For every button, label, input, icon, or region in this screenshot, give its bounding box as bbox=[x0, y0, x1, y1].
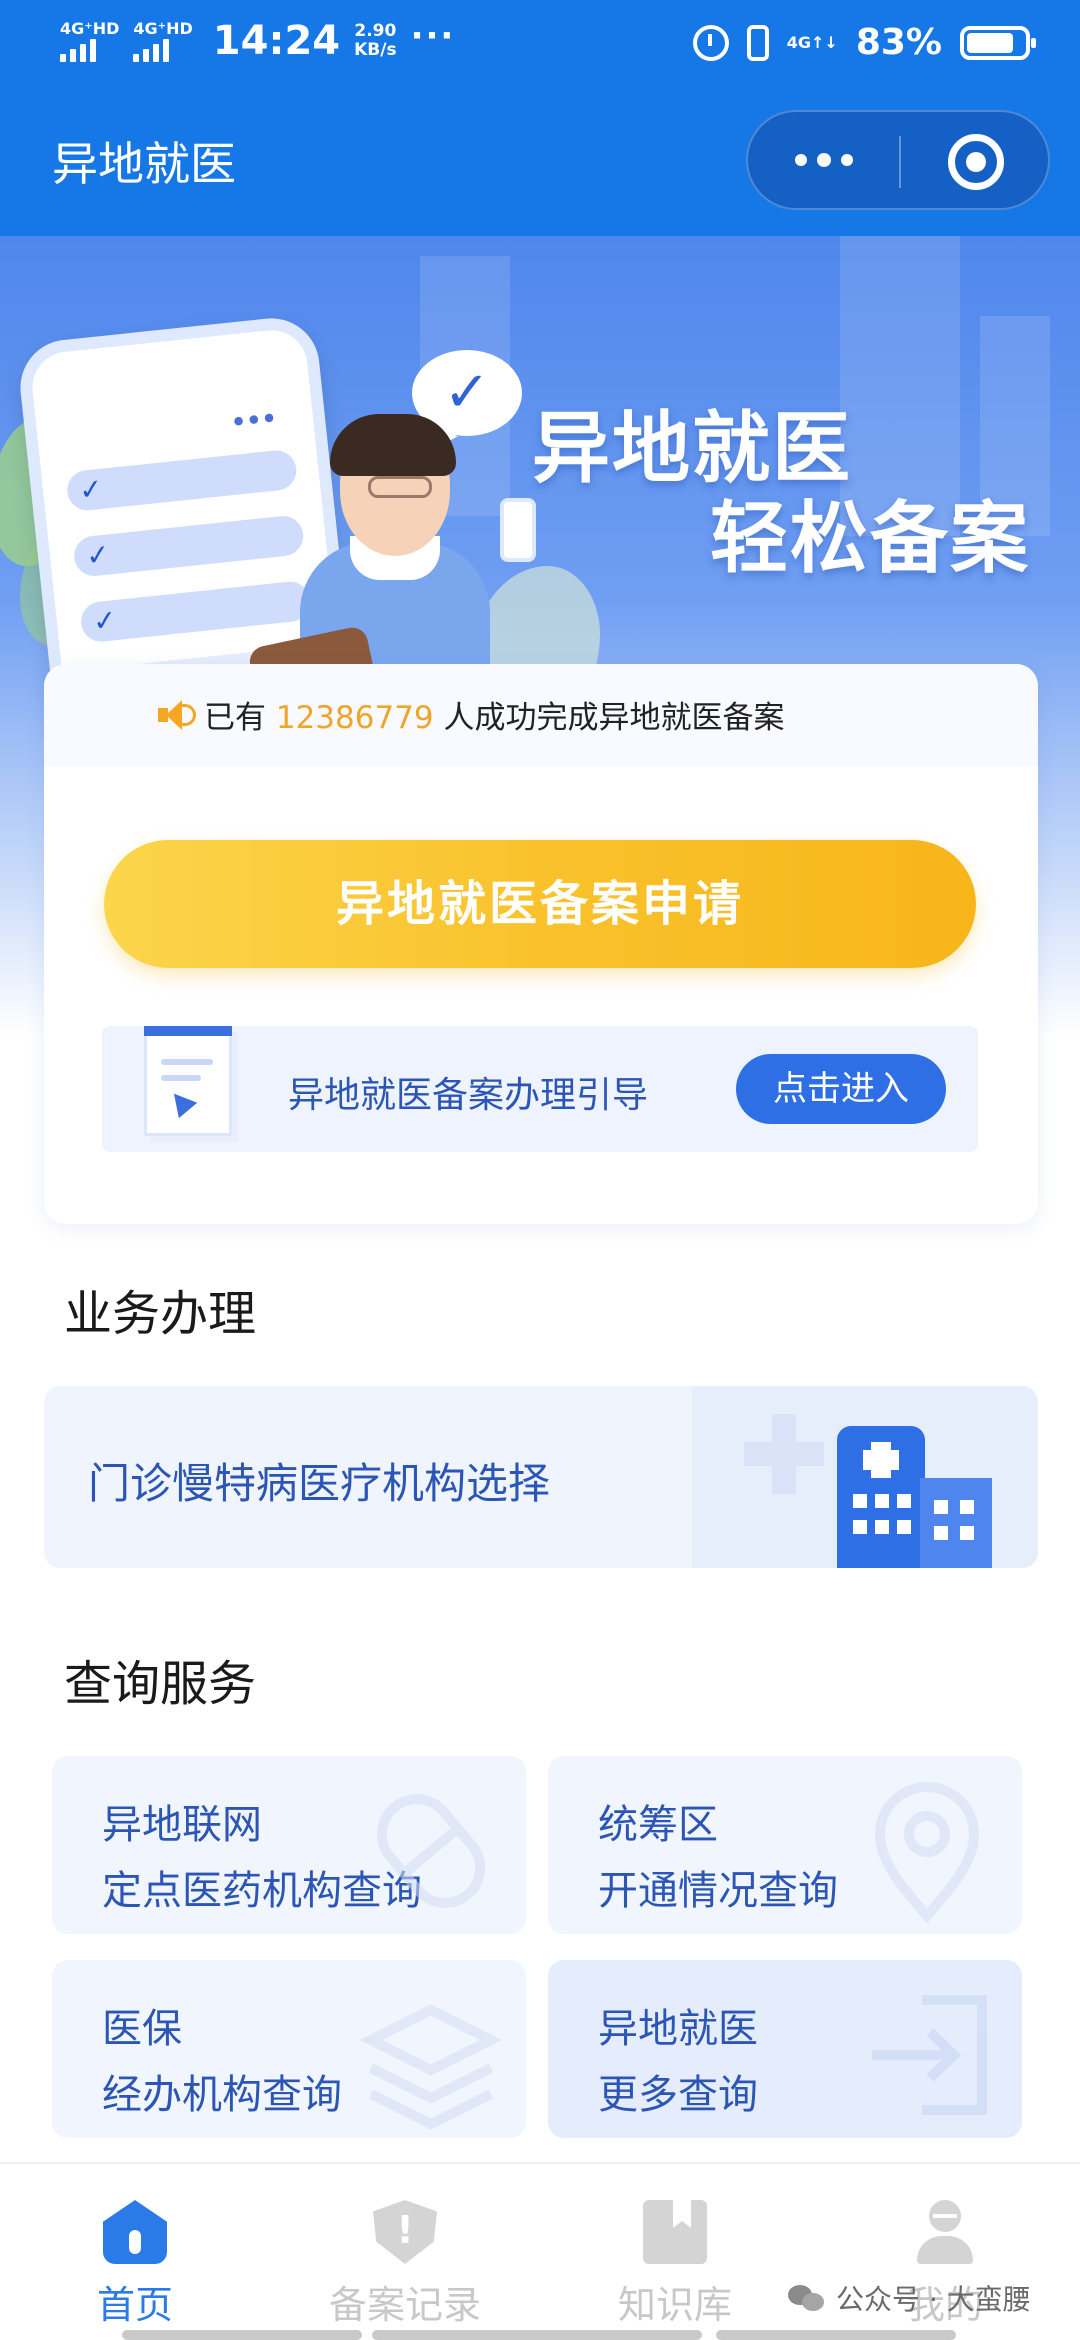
query-card-agencies[interactable]: 医保 经办机构查询 bbox=[52, 1960, 526, 2138]
signal-1-label: 4G⁺HD bbox=[60, 19, 120, 38]
dot-icon bbox=[794, 154, 807, 166]
tab-label: 知识库 bbox=[617, 2283, 732, 2327]
tab-filing-records[interactable]: 备案记录 bbox=[270, 2164, 540, 2340]
phone-dots: ••• bbox=[229, 404, 279, 437]
network-rate-unit: KB/s bbox=[354, 40, 397, 60]
dot-icon bbox=[816, 153, 831, 167]
filing-card: 已有 12386779 人成功完成异地就医备案 异地就医备案申请 异地就医备案办… bbox=[44, 664, 1038, 1224]
home-icon bbox=[103, 2200, 167, 2264]
checklist-row: ✓ bbox=[79, 579, 313, 644]
top-header: 4G⁺HD 4G⁺HD 14:24 2.90 KB/s ··· 4G↑↓ 83%… bbox=[0, 0, 1080, 236]
query-card-subtitle: 经办机构查询 bbox=[102, 2072, 342, 2118]
query-card-designated-institutions[interactable]: 异地联网 定点医药机构查询 bbox=[52, 1756, 526, 1934]
notice-suffix: 人成功完成异地就医备案 bbox=[443, 700, 785, 736]
query-card-title: 统筹区 bbox=[598, 1802, 718, 1848]
check-icon: ✓ bbox=[91, 603, 119, 639]
layers-icon bbox=[356, 1980, 506, 2130]
hospital-annex-icon bbox=[920, 1478, 992, 1568]
user-icon bbox=[913, 2200, 977, 2264]
exit-arrow-icon bbox=[852, 1980, 1002, 2130]
location-pin-icon bbox=[852, 1776, 1002, 1926]
wechat-watermark: 公众号 · 大蛮腰 bbox=[788, 2278, 1031, 2318]
checklist-row: ✓ bbox=[65, 448, 299, 513]
capsule-icon bbox=[356, 1776, 506, 1926]
slogan-line-2: 轻松备案 bbox=[710, 494, 1031, 584]
watermark-text: 公众号 · 大蛮腰 bbox=[836, 2283, 1031, 2316]
gesture-bar bbox=[372, 2330, 702, 2340]
status-bar: 4G⁺HD 4G⁺HD 14:24 2.90 KB/s ··· 4G↑↓ 83% bbox=[0, 0, 1080, 90]
book-icon bbox=[643, 2200, 707, 2264]
signal-1: 4G⁺HD bbox=[60, 20, 119, 62]
page-title: 异地就医 bbox=[52, 137, 236, 191]
medical-cross-icon bbox=[744, 1414, 824, 1494]
check-icon: ✓ bbox=[77, 471, 105, 508]
wechat-icon bbox=[788, 2283, 828, 2313]
vibrate-icon bbox=[746, 24, 769, 61]
tab-home[interactable]: 首页 bbox=[0, 2164, 270, 2340]
close-miniapp-button[interactable] bbox=[948, 134, 1004, 190]
battery-percent: 83% bbox=[855, 22, 942, 63]
signal-bars-icon bbox=[133, 38, 170, 62]
query-card-title: 异地就医 bbox=[598, 2006, 758, 2052]
signal-2: 4G⁺HD bbox=[133, 19, 193, 62]
shield-icon bbox=[373, 2200, 437, 2264]
network-rate: 2.90 KB/s bbox=[354, 22, 396, 60]
checklist-row: ✓ bbox=[72, 514, 306, 578]
enter-guide-button[interactable]: 点击进入 bbox=[736, 1054, 946, 1124]
business-section-title: 业务办理 bbox=[64, 1286, 257, 1342]
document-icon bbox=[144, 1026, 232, 1136]
gesture-bar bbox=[122, 2330, 362, 2340]
notice-prefix: 已有 bbox=[204, 700, 266, 736]
query-card-title: 异地联网 bbox=[102, 1802, 262, 1848]
miniapp-capsule bbox=[746, 110, 1050, 210]
query-card-title: 医保 bbox=[102, 2006, 182, 2052]
filing-apply-button[interactable]: 异地就医备案申请 bbox=[104, 840, 976, 968]
network-rate-value: 2.90 bbox=[354, 21, 397, 41]
chronic-disease-institution-card[interactable]: 门诊慢特病医疗机构选择 bbox=[44, 1386, 1038, 1568]
notice-bar: 已有 12386779 人成功完成异地就医备案 bbox=[44, 664, 1038, 766]
status-time: 14:24 bbox=[212, 18, 341, 64]
query-card-subtitle: 开通情况查询 bbox=[598, 1868, 838, 1914]
battery-icon bbox=[960, 25, 1036, 60]
notice-count: 12386779 bbox=[275, 700, 434, 736]
query-card-more[interactable]: 异地就医 更多查询 bbox=[548, 1960, 1022, 2138]
query-card-subtitle: 更多查询 bbox=[598, 2072, 758, 2118]
check-icon: ✓ bbox=[84, 537, 112, 573]
capsule-divider bbox=[899, 136, 901, 188]
gesture-bar bbox=[716, 2330, 956, 2340]
status-more-dots: ··· bbox=[410, 16, 456, 56]
status-right: 4G↑↓ 83% bbox=[692, 22, 1036, 63]
network-type: 4G↑↓ bbox=[786, 33, 838, 52]
person-glasses bbox=[368, 476, 432, 498]
tab-label: 首页 bbox=[96, 2283, 173, 2327]
speaker-icon bbox=[158, 700, 196, 730]
query-card-pooling-area[interactable]: 统筹区 开通情况查询 bbox=[548, 1756, 1022, 1934]
hospital-icon bbox=[837, 1426, 925, 1568]
signal-2-label: 4G⁺HD bbox=[133, 19, 193, 38]
notice-text: 已有 12386779 人成功完成异地就医备案 bbox=[204, 692, 785, 737]
chronic-disease-institution-label: 门诊慢特病医疗机构选择 bbox=[88, 1459, 551, 1508]
dot-icon bbox=[840, 154, 853, 166]
alarm-icon bbox=[692, 24, 729, 61]
tab-label: 备案记录 bbox=[328, 2283, 481, 2327]
battery-fill bbox=[967, 32, 1014, 53]
tab-knowledge-base[interactable]: 知识库 bbox=[540, 2164, 810, 2340]
held-phone-illustration bbox=[500, 498, 536, 562]
filing-guide-banner[interactable]: 异地就医备案办理引导 点击进入 bbox=[102, 1026, 978, 1152]
query-section-title: 查询服务 bbox=[64, 1656, 257, 1712]
signal-bars-icon bbox=[60, 38, 96, 62]
more-menu-button[interactable] bbox=[748, 112, 899, 208]
status-left: 4G⁺HD 4G⁺HD 14:24 2.90 KB/s ··· bbox=[60, 16, 456, 64]
filing-guide-text: 异地就医备案办理引导 bbox=[288, 1075, 649, 1116]
